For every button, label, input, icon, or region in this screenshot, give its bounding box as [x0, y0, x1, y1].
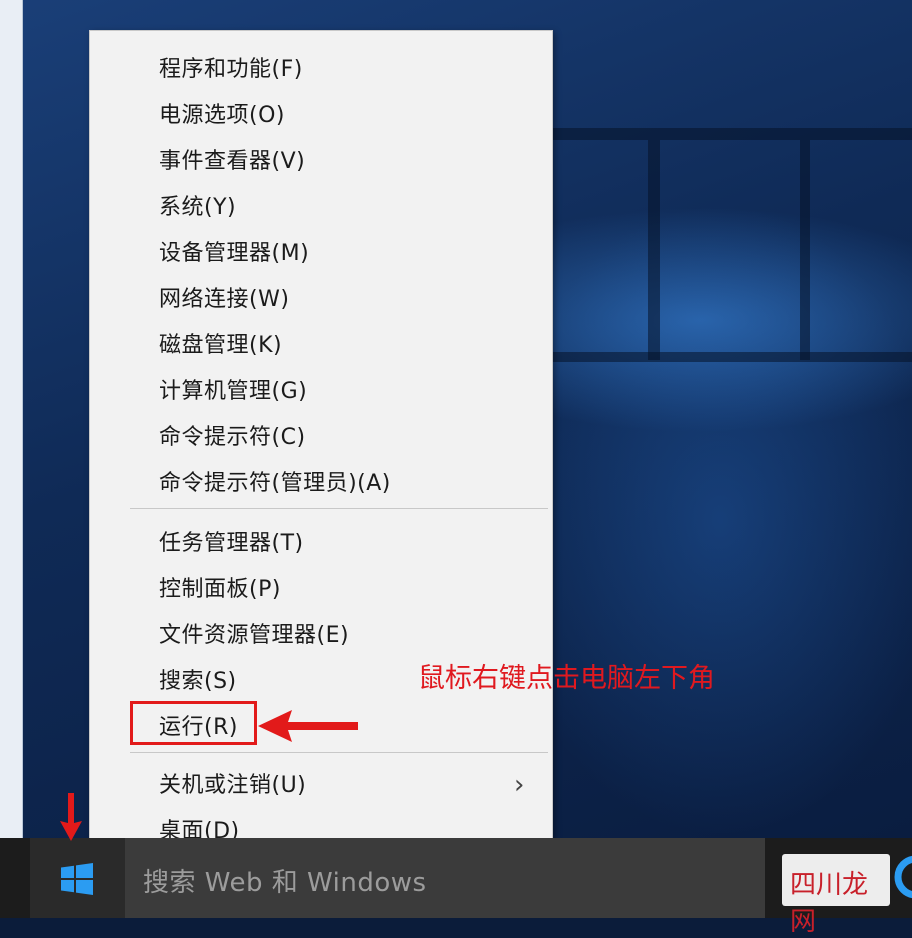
menu-item-task-manager[interactable]: 任务管理器(T): [90, 519, 552, 563]
menu-item-device-manager[interactable]: 设备管理器(M): [90, 229, 552, 273]
menu-item-label: 关机或注销(U): [159, 773, 307, 798]
menu-item-command-prompt[interactable]: 命令提示符(C): [90, 413, 552, 457]
menu-item-label: 文件资源管理器(E): [159, 623, 350, 648]
chevron-right-icon: ›: [514, 770, 525, 800]
menu-item-control-panel[interactable]: 控制面板(P): [90, 565, 552, 609]
menu-item-label: 程序和功能(F): [159, 57, 303, 82]
annotation-text: 鼠标右键点击电脑左下角: [418, 663, 715, 694]
search-placeholder: 搜索 Web 和 Windows: [143, 868, 427, 898]
menu-item-computer-management[interactable]: 计算机管理(G): [90, 367, 552, 411]
menu-item-programs-features[interactable]: 程序和功能(F): [90, 45, 552, 89]
run-highlight-box: [130, 701, 257, 745]
windows-logo-icon: [61, 863, 93, 895]
watermark-text: 四川龙网: [790, 870, 869, 937]
menu-item-disk-management[interactable]: 磁盘管理(K): [90, 321, 552, 365]
arrow-left-icon: [258, 710, 358, 742]
menu-item-label: 命令提示符(管理员)(A): [159, 471, 391, 496]
menu-item-label: 电源选项(O): [159, 103, 285, 128]
menu-item-network-connections[interactable]: 网络连接(W): [90, 275, 552, 319]
edge-icon[interactable]: [894, 852, 912, 902]
taskbar: 搜索 Web 和 Windows: [0, 838, 912, 918]
taskbar-search-input[interactable]: 搜索 Web 和 Windows: [125, 838, 765, 918]
menu-item-label: 任务管理器(T): [159, 531, 304, 556]
menu-item-command-prompt-admin[interactable]: 命令提示符(管理员)(A): [90, 459, 552, 503]
menu-item-event-viewer[interactable]: 事件查看器(V): [90, 137, 552, 181]
menu-item-system[interactable]: 系统(Y): [90, 183, 552, 227]
menu-item-label: 计算机管理(G): [159, 379, 308, 404]
menu-item-label: 系统(Y): [159, 195, 237, 220]
menu-item-label: 设备管理器(M): [159, 241, 310, 266]
start-button[interactable]: [30, 838, 125, 918]
wallpaper-beam: [648, 140, 660, 360]
menu-separator: [130, 752, 548, 753]
menu-item-label: 命令提示符(C): [159, 425, 306, 450]
menu-item-label: 搜索(S): [159, 669, 237, 694]
menu-item-label: 事件查看器(V): [159, 149, 306, 174]
background-window-edge: [0, 0, 23, 838]
menu-item-label: 控制面板(P): [159, 577, 281, 602]
menu-item-file-explorer[interactable]: 文件资源管理器(E): [90, 611, 552, 655]
menu-item-power-options[interactable]: 电源选项(O): [90, 91, 552, 135]
menu-item-shutdown-signout[interactable]: 关机或注销(U) ›: [90, 761, 552, 805]
menu-separator: [130, 508, 548, 509]
menu-item-label: 网络连接(W): [159, 287, 290, 312]
wallpaper-beam: [800, 140, 810, 360]
watermark-logo: 四川龙网: [782, 854, 890, 937]
menu-item-label: 磁盘管理(K): [159, 333, 283, 358]
arrow-down-icon: [60, 793, 82, 841]
